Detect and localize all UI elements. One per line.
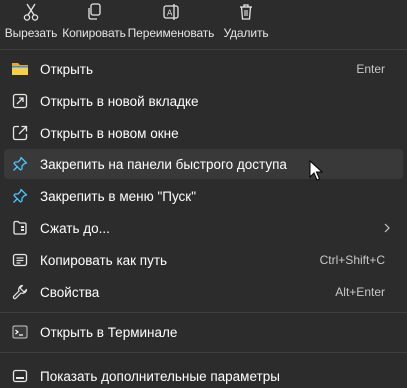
menu-separator: [0, 312, 407, 313]
pin-icon: [11, 155, 29, 173]
zip-icon: [11, 219, 29, 237]
terminal-icon: [11, 323, 29, 341]
menu-item-open[interactable]: Открыть Enter: [4, 54, 403, 84]
rename-icon: A: [162, 3, 180, 21]
chevron-right-icon: [381, 221, 393, 235]
menu-item-label: Копировать как путь: [40, 252, 168, 268]
menu-item-label: Открыть в новой вкладке: [40, 93, 199, 109]
scissors-icon: [22, 3, 40, 21]
copy-label: Копировать: [62, 26, 126, 40]
menu-item-copy-path[interactable]: Копировать как путь Ctrl+Shift+C: [4, 245, 403, 275]
menu-item-label: Открыть в Терминале: [40, 324, 178, 340]
menu-item-label: Открыть: [40, 61, 94, 77]
menu-item-label: Сжать до...: [40, 220, 110, 236]
copy-button[interactable]: Копировать: [60, 0, 128, 46]
folder-icon: [11, 60, 29, 78]
context-menu: Вырезать Копировать A Переименовать Удал…: [0, 0, 407, 388]
menu-item-show-more-options[interactable]: Показать дополнительные параметры: [4, 361, 403, 388]
menu-item-pin-quick-access[interactable]: Закрепить на панели быстрого доступа: [4, 149, 403, 179]
copy-icon: [85, 3, 103, 21]
menu-item-label: Закрепить в меню "Пуск": [40, 188, 196, 204]
menu-item-properties[interactable]: Свойства Alt+Enter: [4, 277, 403, 307]
menu-item-compress[interactable]: Сжать до...: [4, 213, 403, 243]
new-tab-icon: [11, 92, 29, 110]
cut-button[interactable]: Вырезать: [2, 0, 60, 46]
menu-item-label: Показать дополнительные параметры: [40, 368, 280, 384]
menu-item-shortcut: Ctrl+Shift+C: [319, 253, 385, 267]
menu-item-open-new-window[interactable]: Открыть в новом окне: [4, 118, 403, 148]
toolbar-separator: [0, 49, 407, 50]
rename-button[interactable]: A Переименовать: [127, 0, 215, 46]
wrench-icon: [11, 283, 29, 301]
delete-label: Удалить: [223, 26, 269, 40]
cut-label: Вырезать: [4, 26, 58, 40]
menu-item-label: Закрепить на панели быстрого доступа: [40, 156, 287, 172]
menu-separator-2: [0, 352, 407, 353]
more-options-icon: [11, 367, 29, 385]
rename-label: Переименовать: [127, 26, 215, 40]
menu-item-open-new-tab[interactable]: Открыть в новой вкладке: [4, 86, 403, 116]
pin-start-icon: [11, 187, 29, 205]
delete-button[interactable]: Удалить: [218, 0, 274, 46]
menu-item-label: Открыть в новом окне: [40, 125, 179, 141]
copy-path-icon: [11, 251, 29, 269]
new-window-icon: [11, 124, 29, 142]
trash-icon: [237, 3, 255, 21]
menu-item-shortcut: Enter: [356, 62, 385, 76]
svg-text:A: A: [167, 9, 173, 18]
menu-item-pin-start[interactable]: Закрепить в меню "Пуск": [4, 181, 403, 211]
menu-item-shortcut: Alt+Enter: [335, 285, 385, 299]
context-menu-toolbar: Вырезать Копировать A Переименовать Удал…: [0, 0, 407, 46]
menu-item-label: Свойства: [40, 284, 100, 300]
menu-item-open-terminal[interactable]: Открыть в Терминале: [4, 317, 403, 347]
mouse-cursor-icon: [309, 159, 324, 182]
